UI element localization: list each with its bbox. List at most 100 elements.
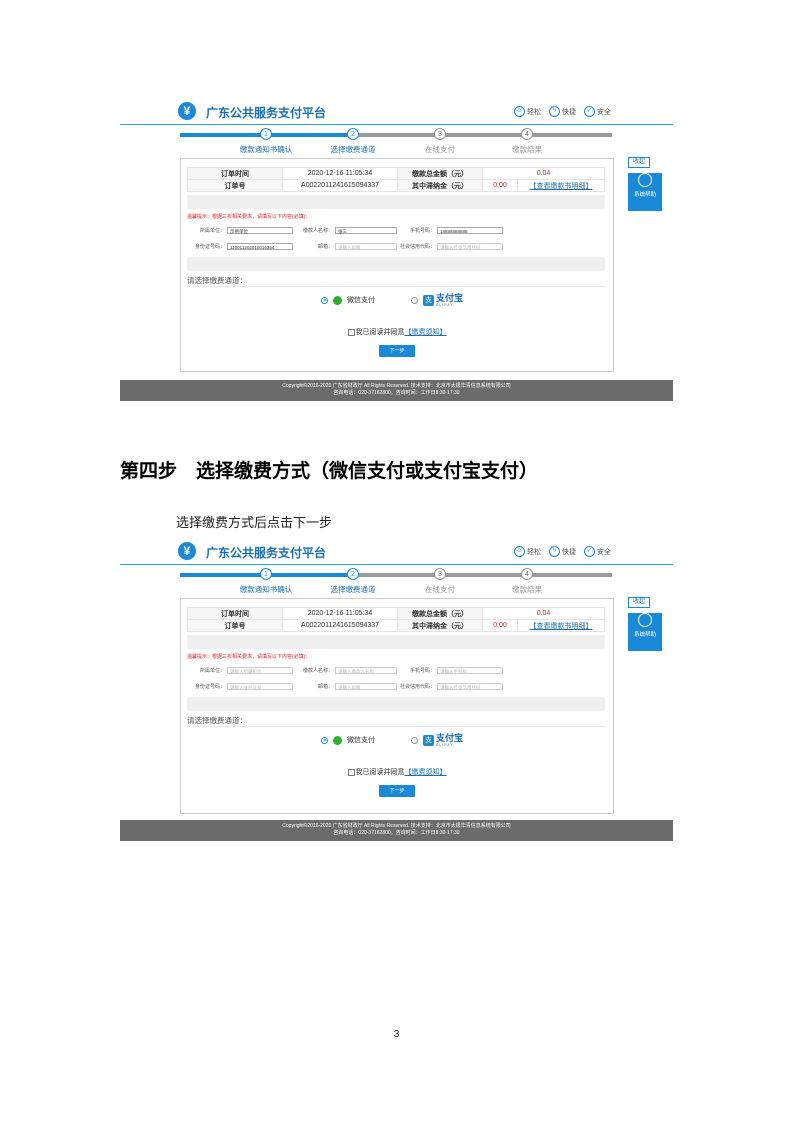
footer-contact: 咨询电话：020-37162800。咨询时间：工作日8:30-17:30 — [333, 390, 460, 396]
system-help-button[interactable]: 系统帮助 — [628, 613, 662, 651]
step-4-label: 缴款结果 — [512, 585, 542, 594]
view-detail-link[interactable]: 【查看缴款书明细】 — [517, 179, 605, 192]
agree-checkbox[interactable] — [347, 768, 355, 776]
gray-band — [187, 635, 605, 649]
shield-icon: ✓ — [584, 546, 595, 557]
step-2-label: 选择缴费通道 — [330, 585, 376, 594]
bolt-icon: ϟ — [549, 546, 560, 557]
table-row: 订单号 A0022011241615094337 其中滞纳金（元） 0.00 【… — [187, 619, 605, 632]
agree-row: 我已阅读并同意【缴费须知】 — [181, 327, 613, 337]
feature-label: 轻松 — [527, 548, 541, 556]
help-widget: 收起 系统帮助 — [628, 157, 662, 211]
wechat-radio[interactable] — [321, 296, 328, 304]
late-fee-label: 其中滞纳金（元） — [397, 179, 483, 192]
unit-label: 所属单位： — [199, 668, 225, 674]
channel-title: 请选择缴费通道： — [187, 276, 247, 285]
phone-label: 手机号码： — [409, 228, 435, 234]
agree-text: 我已阅读并同意 — [355, 329, 405, 336]
order-table: 订单时间 2020-12-16 11:05:34 缴款总金额（元） 0.04 订… — [187, 607, 605, 632]
feature-label: 安全 — [597, 108, 611, 116]
order-table: 订单时间 2020-12-16 11:05:34 缴款总金额（元） 0.04 订… — [187, 167, 605, 192]
collapse-button[interactable]: 收起 — [628, 597, 650, 608]
alipay-radio[interactable] — [411, 296, 418, 304]
progress-steps: 1 2 3 4 缴款通知书确认 选择缴费通道 在线支付 缴款结果 — [120, 125, 673, 155]
gray-band — [187, 257, 605, 271]
payer-input[interactable]: 请输入缴款人名称 — [335, 667, 397, 674]
notice-link[interactable]: 【缴费须知】 — [405, 769, 447, 776]
alipay-label: 支付宝 — [436, 292, 464, 303]
total-amount-value: 0.04 — [482, 607, 605, 620]
unit-input[interactable]: 示例单位 — [227, 227, 293, 234]
agree-row: 我已阅读并同意【缴费须知】 — [181, 767, 613, 777]
next-button[interactable]: 下一步 — [379, 345, 415, 357]
order-number-value: A0022011241615094337 — [282, 179, 398, 192]
email-label: 邮箱： — [317, 684, 333, 690]
id-label: 身份证号码： — [194, 684, 225, 690]
late-fee-value: 0.00 — [482, 619, 518, 632]
wechat-radio[interactable] — [321, 736, 328, 744]
alipay-option[interactable]: 支 支付宝 ALIPAY — [411, 732, 463, 748]
step-4-dot: 4 — [521, 568, 533, 580]
table-row: 订单号 A0022011241615094337 其中滞纳金（元） 0.00 【… — [187, 179, 605, 192]
wechat-label: 微信支付 — [347, 737, 375, 744]
order-number-label: 订单号 — [187, 179, 283, 192]
footer-copyright: Copyright©2016-2020 广东省财政厅 All Rights Re… — [282, 383, 511, 389]
collapse-button[interactable]: 收起 — [628, 157, 650, 168]
credit-label: 社会信用代码： — [399, 244, 435, 250]
wechat-option[interactable]: 微信支付 — [321, 732, 375, 748]
help-label: 系统帮助 — [633, 192, 656, 198]
wechat-icon — [333, 295, 342, 305]
next-button[interactable]: 下一步 — [379, 785, 415, 797]
view-detail-link[interactable]: 【查看缴款书明细】 — [517, 619, 605, 632]
late-fee-label: 其中滞纳金（元） — [397, 619, 483, 632]
agree-checkbox[interactable] — [347, 328, 355, 336]
step-2-label: 选择缴费通道 — [330, 145, 376, 154]
unit-label: 所属单位： — [199, 228, 225, 234]
feature-easy: ☺ 轻松 — [514, 546, 541, 557]
shield-icon: ✓ — [584, 106, 595, 117]
notice-link[interactable]: 【缴费须知】 — [405, 329, 447, 336]
credit-input[interactable]: 请输入社会信用代码 — [437, 683, 503, 690]
footer-contact: 咨询电话：020-37162800。咨询时间：工作日8:30-17:30 — [333, 830, 460, 836]
progress-bar-remaining — [354, 133, 612, 137]
credit-input[interactable]: 请输入社会信用代码 — [437, 243, 503, 250]
feature-easy: ☺ 轻松 — [514, 106, 541, 117]
phone-input[interactable]: 18888888888 — [437, 227, 503, 234]
alipay-logo: 支 支付宝 ALIPAY — [423, 733, 463, 747]
credit-label: 社会信用代码： — [399, 684, 435, 690]
unit-input[interactable]: 请输入所属单位 — [227, 667, 293, 674]
alipay-logo: 支 支付宝 ALIPAY — [423, 292, 464, 307]
alipay-option[interactable]: 支 支付宝 ALIPAY — [411, 292, 463, 308]
doc-heading: 第四步 选择缴费方式（微信支付或支付宝支付） — [120, 460, 539, 482]
alipay-sub: ALIPAY — [436, 742, 454, 747]
step-4-label: 缴款结果 — [512, 145, 542, 154]
total-amount-label: 缴款总金额（元） — [397, 167, 483, 180]
platform-title: 广东公共服务支付平台 — [206, 106, 327, 120]
divider — [187, 286, 605, 287]
warning-text: 温馨提示：根据三折相关要求，请填写以下内容(必填)： — [187, 214, 311, 220]
email-input[interactable]: 请输入邮箱 — [335, 243, 397, 250]
wechat-option[interactable]: 微信支付 — [321, 292, 375, 308]
order-time-label: 订单时间 — [187, 167, 283, 180]
system-help-button[interactable]: 系统帮助 — [628, 173, 662, 211]
alipay-icon: 支 — [423, 734, 434, 746]
table-row: 订单时间 2020-12-16 11:05:34 缴款总金额（元） 0.04 — [187, 167, 605, 180]
footer-copyright: Copyright©2016-2020 广东省财政厅 All Rights Re… — [282, 823, 511, 829]
email-input[interactable]: 请输入邮箱 — [335, 683, 397, 690]
total-amount-value: 0.04 — [482, 167, 605, 180]
footer: Copyright©2016-2020 广东省财政厅 All Rights Re… — [120, 820, 673, 841]
id-input[interactable]: 请输入身份证号 — [227, 683, 293, 690]
phone-label: 手机号码： — [409, 668, 435, 674]
alipay-radio[interactable] — [411, 736, 418, 744]
phone-input[interactable]: 请输入手机号 — [437, 667, 503, 674]
page-number: 3 — [393, 1029, 400, 1040]
id-input[interactable]: 110011202010016354 — [227, 243, 293, 250]
divider — [187, 726, 605, 727]
gray-band — [187, 195, 605, 209]
late-fee-value: 0.00 — [482, 179, 518, 192]
progress-steps: 1 2 3 4 缴款通知书确认 选择缴费通道 在线支付 缴款结果 — [120, 565, 673, 595]
payer-input[interactable]: 张三 — [335, 227, 397, 234]
step-3-dot: 3 — [434, 568, 446, 580]
payment-card: 订单时间 2020-12-16 11:05:34 缴款总金额（元） 0.04 订… — [180, 158, 614, 372]
channel-title: 请选择缴费通道： — [187, 716, 247, 725]
